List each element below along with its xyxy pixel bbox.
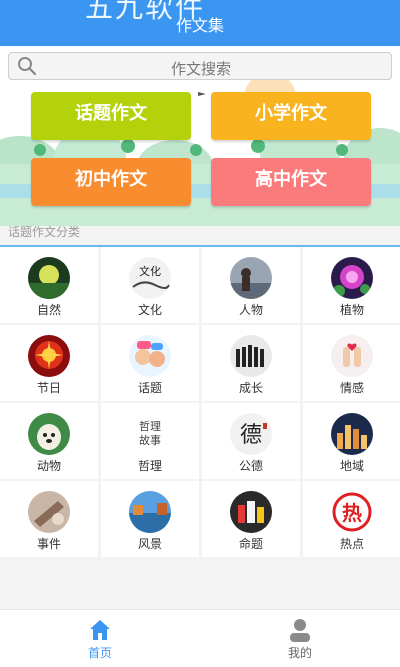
topic-item-growth[interactable]: 成长: [202, 325, 300, 401]
home-icon: [90, 620, 110, 640]
topic-item-scenery[interactable]: 风景: [101, 481, 199, 557]
nature-icon: [28, 257, 70, 299]
middle-school-essay-button[interactable]: 初中作文: [31, 158, 191, 206]
emotion-icon: [331, 335, 373, 377]
primary-school-essay-button[interactable]: 小学作文: [211, 92, 371, 140]
topic-label: 话题: [137, 381, 162, 395]
topic-label: 热点: [339, 537, 364, 551]
topic-label: 地域: [339, 459, 364, 473]
plant-icon: [331, 257, 373, 299]
philosophy-icon: 哲理故事: [129, 413, 171, 455]
app-header: 五九软件 作文集: [0, 0, 400, 46]
search-bar[interactable]: 作文搜索: [8, 52, 392, 80]
search-input[interactable]: 作文搜索: [9, 58, 393, 79]
topic-item-person[interactable]: 人物: [202, 247, 300, 323]
banner: 作文搜索 话题作文 小学作文 初中作文 高中作文: [0, 46, 400, 226]
topic-item-philosophy[interactable]: 哲理故事 哲理: [101, 403, 199, 479]
culture-icon: 文化: [129, 257, 171, 299]
topic-label: 情感: [339, 381, 364, 395]
topic-essay-button[interactable]: 话题作文: [31, 92, 191, 140]
hot-icon-text: 热: [342, 501, 362, 525]
topic-item-event[interactable]: 事件: [0, 481, 98, 557]
topic-item-morality[interactable]: 德 公德: [202, 403, 300, 479]
growth-icon: [230, 335, 272, 377]
morality-icon-text: 德: [240, 423, 262, 448]
animal-icon: [28, 413, 70, 455]
hot-icon: 热: [331, 491, 373, 533]
topic-label: 文化: [137, 303, 162, 317]
topic-item-animal[interactable]: 动物: [0, 403, 98, 479]
proposition-icon: [230, 491, 272, 533]
tab-home-label: 首页: [87, 646, 112, 660]
topic-item-culture[interactable]: 文化 文化: [101, 247, 199, 323]
topic-item-nature[interactable]: 自然: [0, 247, 98, 323]
topic-item-festival[interactable]: 节日: [0, 325, 98, 401]
high-school-essay-button[interactable]: 高中作文: [211, 158, 371, 206]
section-title: 话题作文分类: [8, 225, 81, 239]
topic-item-topic[interactable]: 话题: [101, 325, 199, 401]
topic-label: 自然: [36, 303, 61, 317]
page-title: 作文集: [0, 12, 400, 36]
topic-icon: [129, 335, 171, 377]
topic-item-proposition[interactable]: 命题: [202, 481, 300, 557]
topic-label: 哲理: [137, 459, 162, 473]
topic-label: 节日: [36, 381, 61, 395]
topic-label: 事件: [36, 537, 61, 551]
topic-label: 命题: [238, 537, 263, 551]
topic-item-plant[interactable]: 植物: [303, 247, 400, 323]
topic-item-emotion[interactable]: 情感: [303, 325, 400, 401]
tab-profile-label: 我的: [287, 646, 312, 660]
culture-icon-text: 文化: [139, 264, 161, 278]
topic-label: 公德: [238, 459, 263, 473]
topic-label: 风景: [137, 537, 162, 551]
page-title-text: 作文集: [175, 16, 224, 35]
topic-label: 人物: [238, 303, 263, 317]
bottom-tab-bar: 首页 我的: [0, 609, 400, 667]
scenery-icon: [129, 491, 171, 533]
event-icon: [28, 491, 70, 533]
topic-label: 动物: [36, 459, 61, 473]
tab-profile[interactable]: 我的: [200, 610, 400, 667]
region-icon: [331, 413, 373, 455]
topic-item-region[interactable]: 地域: [303, 403, 400, 479]
topic-label: 植物: [339, 303, 364, 317]
user-icon: [290, 619, 310, 642]
festival-icon: [28, 335, 70, 377]
morality-icon: 德: [230, 413, 272, 455]
philosophy-icon-text: 哲理故事: [139, 420, 161, 447]
tab-home[interactable]: 首页: [0, 610, 200, 667]
topic-item-hot[interactable]: 热 热点: [303, 481, 400, 557]
topic-label: 成长: [238, 381, 263, 395]
person-icon: [230, 257, 272, 299]
